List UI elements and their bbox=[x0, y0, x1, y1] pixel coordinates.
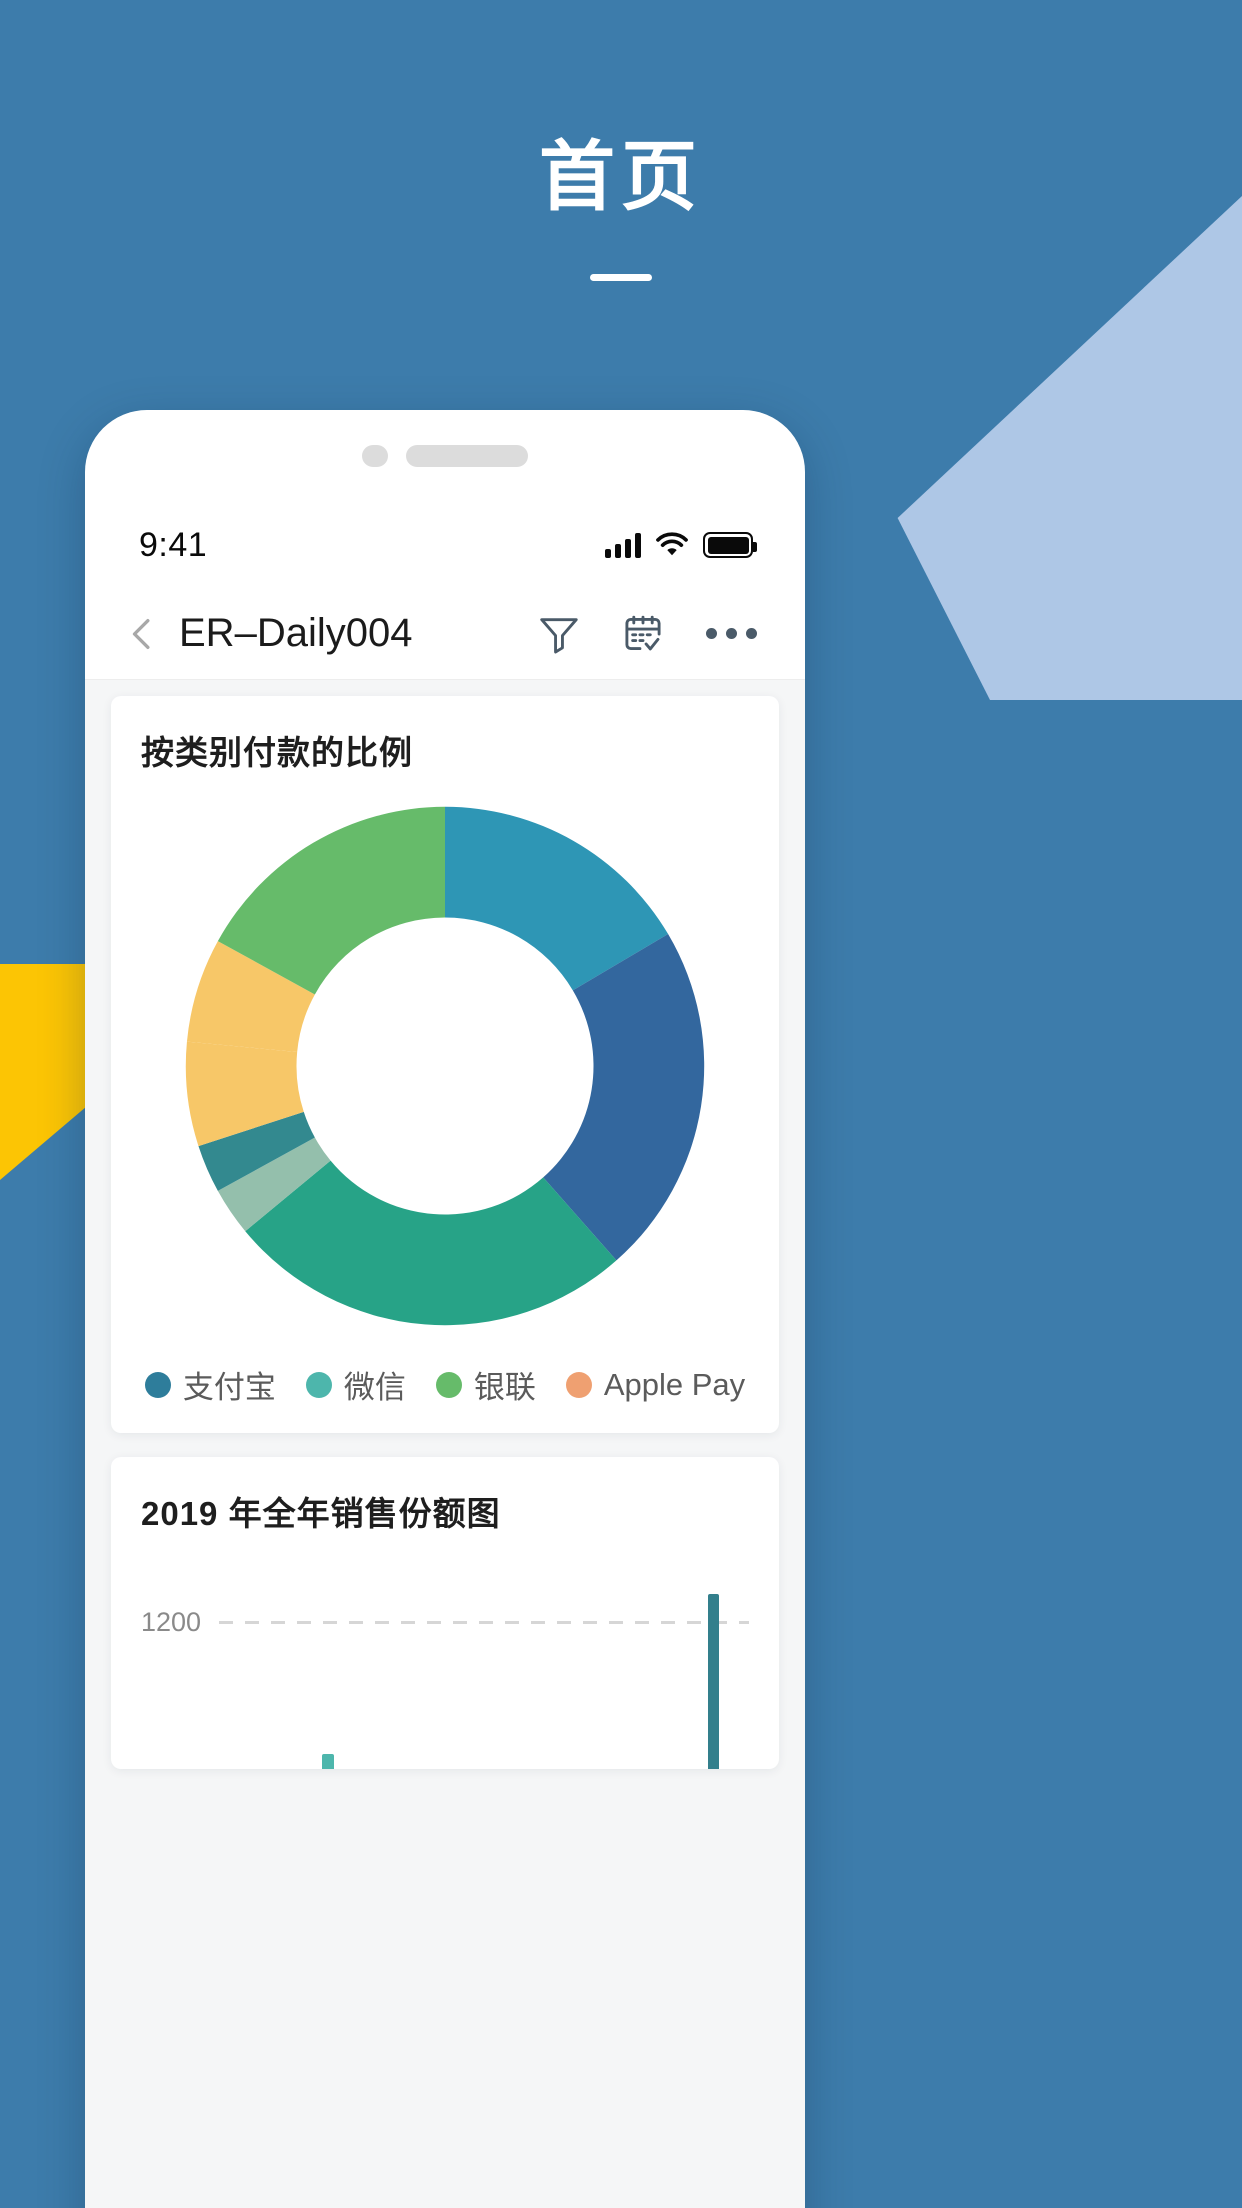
annual-sales-card: 2019 年全年销售份额图 1200 bbox=[111, 1457, 779, 1769]
bar[interactable] bbox=[322, 1754, 334, 1769]
bar[interactable] bbox=[707, 1594, 720, 1769]
page-header: 首页 bbox=[0, 0, 1242, 281]
legend-label: 微信 bbox=[343, 1370, 406, 1405]
wifi-icon bbox=[656, 532, 688, 556]
status-icons bbox=[605, 532, 757, 558]
calendar-check-icon[interactable] bbox=[620, 611, 666, 657]
legend-label: Apple Pay bbox=[603, 1366, 746, 1402]
legend-item[interactable]: 支付宝 bbox=[144, 1362, 276, 1407]
signal-bars-icon bbox=[605, 532, 641, 558]
card-title-payment-ratio: 按类别付款的比例 bbox=[141, 734, 413, 771]
filter-funnel-icon[interactable] bbox=[536, 611, 582, 657]
status-time: 9:41 bbox=[139, 525, 208, 564]
gridline-label: 1200 bbox=[141, 1607, 202, 1637]
phone-mockup: 9:41 ER–Daily004 按类别付款的比例 支付宝 微信 银联 Appl… bbox=[85, 410, 805, 2208]
phone-content[interactable]: 按类别付款的比例 支付宝 微信 银联 Apple Pay 2019 年全年销售份额图 … bbox=[85, 680, 805, 2208]
phone-notch bbox=[85, 410, 805, 502]
legend-item[interactable]: 微信 bbox=[305, 1362, 406, 1407]
donut-chart-svg bbox=[185, 806, 705, 1326]
battery-icon bbox=[703, 532, 757, 558]
bar-chart[interactable]: 1200 bbox=[141, 1569, 749, 1769]
chevron-left-icon bbox=[132, 618, 150, 649]
status-bar: 9:41 bbox=[85, 502, 805, 588]
back-button[interactable] bbox=[119, 611, 165, 657]
legend-color-dot bbox=[565, 1371, 592, 1398]
nav-actions bbox=[536, 611, 759, 657]
legend-item[interactable]: 银联 bbox=[435, 1362, 536, 1407]
legend-color-dot bbox=[435, 1371, 462, 1398]
card-title-annual-sales: 2019 年全年销售份额图 bbox=[141, 1495, 501, 1532]
legend-color-dot bbox=[305, 1371, 332, 1398]
donut-chart[interactable] bbox=[141, 796, 749, 1336]
legend-label: 支付宝 bbox=[182, 1370, 276, 1405]
title-underline bbox=[590, 274, 652, 281]
more-horizontal-icon[interactable] bbox=[704, 622, 759, 645]
legend-item[interactable]: Apple Pay bbox=[565, 1366, 746, 1403]
page-title: 首页 bbox=[539, 135, 703, 220]
bar-series bbox=[233, 1569, 749, 1769]
donut-legend: 支付宝 微信 银联 Apple Pay bbox=[141, 1362, 749, 1407]
speaker-grille bbox=[406, 445, 528, 467]
legend-label: 银联 bbox=[473, 1370, 536, 1405]
nav-title: ER–Daily004 bbox=[179, 611, 413, 655]
nav-bar: ER–Daily004 bbox=[85, 588, 805, 680]
payment-ratio-card: 按类别付款的比例 支付宝 微信 银联 Apple Pay bbox=[111, 696, 779, 1433]
legend-color-dot bbox=[144, 1371, 171, 1398]
camera-icon bbox=[362, 445, 388, 467]
